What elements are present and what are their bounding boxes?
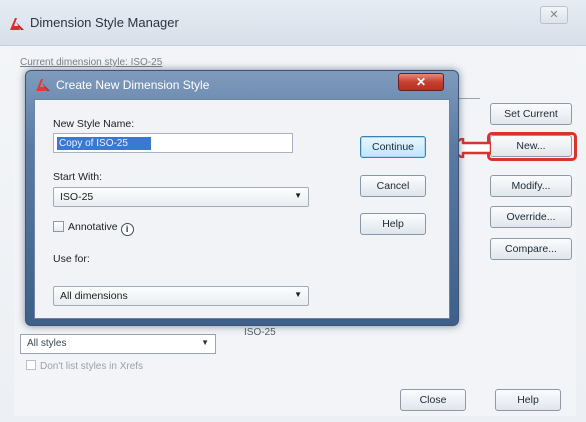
autocad-logo-icon (36, 79, 50, 91)
new-button-highlight (487, 132, 577, 161)
close-button[interactable]: Close (400, 389, 466, 411)
new-style-name-input[interactable]: Copy of ISO-25 (53, 133, 293, 153)
chevron-down-icon: ▼ (294, 290, 302, 299)
annotative-checkbox[interactable] (53, 221, 64, 232)
start-with-value: ISO-25 (60, 191, 94, 203)
help-button[interactable]: Help (495, 389, 561, 411)
chevron-down-icon: ▼ (201, 338, 209, 347)
cancel-button[interactable]: Cancel (360, 175, 426, 197)
dont-list-xrefs-option[interactable]: Don't list styles in Xrefs (26, 360, 143, 372)
dialog-client-area: New Style Name: Copy of ISO-25 Start Wit… (34, 99, 450, 319)
set-current-button[interactable]: Set Current (490, 103, 572, 125)
list-filter-value: All styles (27, 338, 67, 349)
start-with-select[interactable]: ISO-25 ▼ (53, 187, 309, 207)
new-style-name-label: New Style Name: (53, 118, 135, 130)
use-for-select[interactable]: All dimensions ▼ (53, 286, 309, 306)
dialog-close-button[interactable]: ✕ (398, 73, 444, 91)
use-for-value: All dimensions (60, 290, 128, 302)
chevron-down-icon: ▼ (294, 191, 302, 200)
dont-list-xrefs-label: Don't list styles in Xrefs (40, 361, 144, 372)
dialog-help-button[interactable]: Help (360, 213, 426, 235)
annotative-label: Annotative (68, 221, 118, 233)
manager-close-button[interactable]: ✕ (540, 6, 568, 24)
compare-button[interactable]: Compare... (490, 238, 572, 260)
dont-list-xrefs-checkbox[interactable] (26, 360, 36, 370)
info-icon[interactable]: i (120, 223, 134, 236)
start-with-label: Start With: (53, 171, 103, 183)
modify-button[interactable]: Modify... (490, 175, 572, 197)
continue-button[interactable]: Continue (360, 136, 426, 158)
manager-titlebar: Dimension Style Manager ✕ (0, 0, 586, 46)
autocad-logo-icon (10, 18, 24, 30)
current-dimension-style-label: Current dimension style: ISO-25 (20, 57, 163, 68)
override-button[interactable]: Override... (490, 206, 572, 228)
list-filter-select[interactable]: All styles ▼ (20, 334, 216, 354)
new-style-name-value: Copy of ISO-25 (57, 137, 151, 150)
dialog-title: Create New Dimension Style (56, 78, 210, 92)
preview-caption: ISO-25 (244, 327, 276, 338)
manager-title: Dimension Style Manager (30, 15, 179, 30)
use-for-label: Use for: (53, 253, 90, 265)
create-new-dimension-style-dialog: Create New Dimension Style ✕ New Style N… (25, 70, 459, 326)
annotative-option[interactable]: Annotative i (53, 221, 134, 236)
